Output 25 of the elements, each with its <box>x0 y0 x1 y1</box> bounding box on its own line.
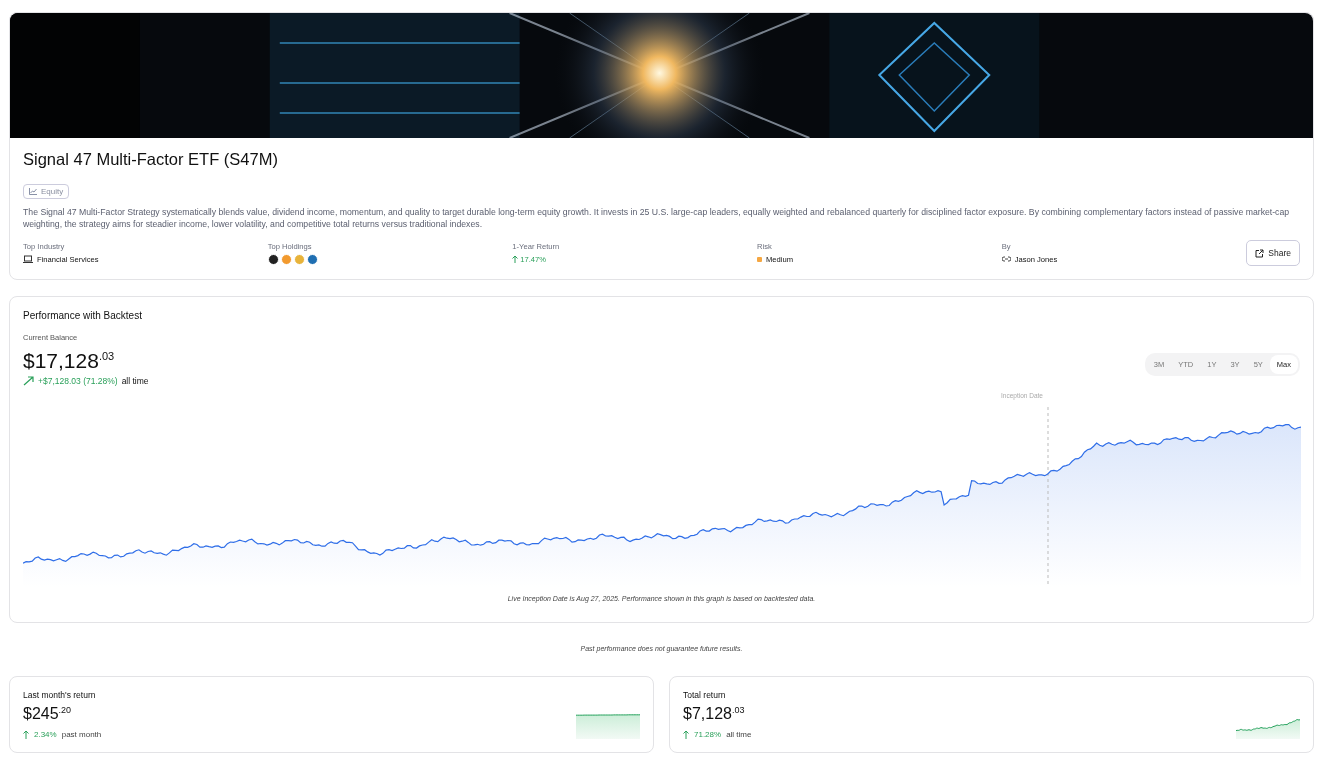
fund-title: Signal 47 Multi-Factor ETF (S47M) <box>23 150 279 169</box>
card-amount: $7,128$^{.03}$ <box>683 705 746 724</box>
trend-up-icon <box>23 376 34 386</box>
link-icon <box>1001 256 1011 262</box>
card-change: 71.28% <box>694 730 722 740</box>
laptop-icon <box>23 254 33 264</box>
card-period: past month <box>61 730 102 740</box>
section-title: Performance with Backtest <box>23 310 143 321</box>
balance-amount: $17,128$^{.03}$ <box>23 348 116 373</box>
up-arrow-icon <box>23 730 29 740</box>
sparkline <box>576 713 640 740</box>
equity-tag: Equity <box>23 184 70 199</box>
card-change: 2.34% <box>34 730 57 740</box>
fund-description: The Signal 47 Multi-Factor Strategy systematically blends value, dividend income, momentum, and quality to target durable long-term equity growth. It invests in 25 U.S. large-cap leaders, equally weighted and rebalanced quarterly for disciplined factor exposure. By combining complementary factors instead of passive market-cap weighting, the strategy aims for steadier income, lower volatility, and competitive total returns versus traditional indexes. <box>23 206 1291 230</box>
share-button[interactable]: Share <box>1246 240 1300 266</box>
card-title: Total return <box>683 690 727 700</box>
up-arrow-icon <box>683 730 689 740</box>
card-amount: $245$^{.20}$ <box>23 705 73 724</box>
chart-icon <box>29 188 37 195</box>
external-link-icon <box>1255 248 1265 258</box>
balance-change: +$7,128.03 (71.28%) <box>38 376 118 386</box>
up-arrow-icon <box>512 255 519 263</box>
card-period: all time <box>726 730 752 740</box>
change-period: all time <box>121 376 149 386</box>
card-title: Last month's return <box>23 690 97 700</box>
